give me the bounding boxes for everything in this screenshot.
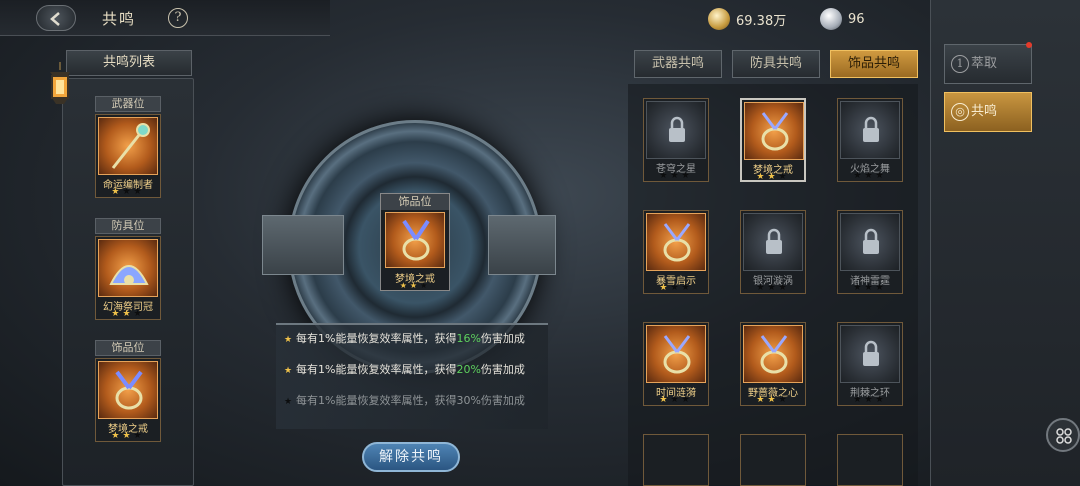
weapon-item-icon <box>98 117 158 175</box>
resonance-list-title: 共鸣列表 <box>66 50 192 76</box>
center-item-icon <box>385 212 445 268</box>
item-icon <box>744 102 804 160</box>
grid-item-card[interactable]: 荆棘之环 ★★★ <box>837 322 903 406</box>
grid-item-card-partial[interactable] <box>643 434 709 486</box>
grid-item-card[interactable]: 苍穹之星 ★★★ <box>643 98 709 182</box>
lock-icon <box>669 116 685 142</box>
grid-item-card-partial[interactable] <box>740 434 806 486</box>
locked-item-icon <box>646 101 706 159</box>
grid-item-card-partial[interactable] <box>837 434 903 486</box>
menu-button[interactable] <box>1046 418 1080 452</box>
bonus-line-2-suffix: 伤害加成 <box>480 363 525 376</box>
grid-item-stars: ★★★ <box>659 171 693 181</box>
tab-resonance[interactable]: ◎ 共鸣 <box>944 92 1032 132</box>
gold-amount: 69.38万 <box>736 13 787 29</box>
armor-slot-card[interactable]: 幻海祭司冠 ★★★ <box>95 236 161 320</box>
grid-item-card[interactable]: 火焰之舞 ★★★ <box>837 98 903 182</box>
locked-item-icon <box>743 213 803 271</box>
extract-icon: 1 <box>951 55 969 73</box>
lock-icon <box>863 228 879 254</box>
accessory-slot-label: 饰品位 <box>95 340 161 356</box>
bonus-line-2: ★ 每有1%能量恢复效率属性，获得20%伤害加成 <box>284 362 544 377</box>
item-icon <box>646 325 706 383</box>
grid-item-stars: ★★★ <box>756 395 790 405</box>
resonance-bonus-panel: ★ 每有1%能量恢复效率属性，获得16%伤害加成 ★ 每有1%能量恢复效率属性，… <box>276 323 548 429</box>
center-slot-card[interactable]: 饰品位 梦境之戒 ★★★ <box>380 193 450 291</box>
weapon-slot-label: 武器位 <box>95 96 161 112</box>
lock-icon <box>766 228 782 254</box>
tab-extract-label: 萃取 <box>971 56 998 71</box>
bonus-line-1-value: 16% <box>456 332 481 345</box>
star-inactive-icon: ★ <box>284 397 293 407</box>
bonus-line-2-prefix: 每有1%能量恢复效率属性，获得 <box>296 363 457 376</box>
dismiss-resonance-button[interactable]: 解除共鸣 <box>362 442 460 472</box>
grid-item-card[interactable]: 时间涟漪 ★★★ <box>643 322 709 406</box>
grid-item-stars: ★★★ <box>659 283 693 293</box>
star-active-icon: ★ <box>284 335 293 345</box>
page-title: 共鸣 <box>102 10 137 28</box>
item-icon <box>646 213 706 271</box>
grid-item-card[interactable]: 银河漩涡 ★★★ <box>740 210 806 294</box>
item-icon <box>743 325 803 383</box>
wheel-bracket-right <box>488 215 556 275</box>
grid-item-card[interactable]: 诸神雷霆 ★★★ <box>837 210 903 294</box>
accessory-slot-card[interactable]: 梦境之戒 ★★★ <box>95 358 161 442</box>
wheel-bracket-left <box>262 215 344 275</box>
grid-item-stars: ★★★ <box>756 172 790 182</box>
resonance-icon: ◎ <box>951 103 969 121</box>
grid-item-stars: ★★★ <box>853 395 887 405</box>
grid-item-stars: ★★★ <box>659 395 693 405</box>
armor-item-icon <box>98 239 158 297</box>
gold-currency: 69.38万 <box>708 8 786 30</box>
grid-menu-icon <box>1056 428 1072 444</box>
back-button[interactable] <box>36 5 76 31</box>
lock-icon <box>863 340 879 366</box>
notification-dot <box>1026 42 1032 48</box>
grid-item-card[interactable]: 野蔷薇之心 ★★★ <box>740 322 806 406</box>
help-icon[interactable]: ? <box>168 8 188 28</box>
weapon-item-stars: ★★★ <box>111 187 145 197</box>
grid-item-stars: ★★★ <box>853 171 887 181</box>
locked-item-icon <box>840 101 900 159</box>
weapon-slot-card[interactable]: 命运编制者 ★★★ <box>95 114 161 198</box>
bonus-line-3-value: 30% <box>456 394 481 407</box>
gold-coin-icon <box>708 8 730 30</box>
armor-item-stars: ★★★ <box>111 309 145 319</box>
back-arrow-icon <box>50 12 60 26</box>
center-item-stars: ★★★ <box>399 281 431 290</box>
accessory-item-stars: ★★★ <box>111 431 145 441</box>
center-slot-label: 饰品位 <box>381 194 449 210</box>
grid-item-card[interactable]: 暴雪启示 ★★★ <box>643 210 709 294</box>
bonus-line-3-suffix: 伤害加成 <box>480 394 525 407</box>
bonus-line-1-suffix: 伤害加成 <box>480 332 525 345</box>
bonus-line-3: ★ 每有1%能量恢复效率属性，获得30%伤害加成 <box>284 393 544 408</box>
accessory-item-icon <box>98 361 158 419</box>
tab-armor-resonance[interactable]: 防具共鸣 <box>732 50 820 78</box>
lantern-icon <box>50 62 70 104</box>
grid-item-stars: ★★★ <box>756 283 790 293</box>
grid-item-card[interactable]: 梦境之戒 ★★★ <box>740 98 806 182</box>
bonus-line-2-value: 20% <box>456 363 481 376</box>
tab-weapon-resonance[interactable]: 武器共鸣 <box>634 50 722 78</box>
armor-slot-label: 防具位 <box>95 218 161 234</box>
silver-diamond-icon <box>820 8 842 30</box>
silver-amount: 96 <box>848 11 865 27</box>
tab-extract[interactable]: 1 萃取 <box>944 44 1032 84</box>
lock-icon <box>863 116 879 142</box>
tab-accessory-resonance[interactable]: 饰品共鸣 <box>830 50 918 78</box>
silver-currency: 96 <box>820 8 865 30</box>
grid-item-stars: ★★★ <box>853 283 887 293</box>
locked-item-icon <box>840 325 900 383</box>
star-active-icon: ★ <box>284 366 293 376</box>
bonus-line-3-prefix: 每有1%能量恢复效率属性，获得 <box>296 394 457 407</box>
tab-resonance-label: 共鸣 <box>971 104 998 119</box>
bonus-line-1: ★ 每有1%能量恢复效率属性，获得16%伤害加成 <box>284 331 544 346</box>
bonus-line-1-prefix: 每有1%能量恢复效率属性，获得 <box>296 332 457 345</box>
locked-item-icon <box>840 213 900 271</box>
